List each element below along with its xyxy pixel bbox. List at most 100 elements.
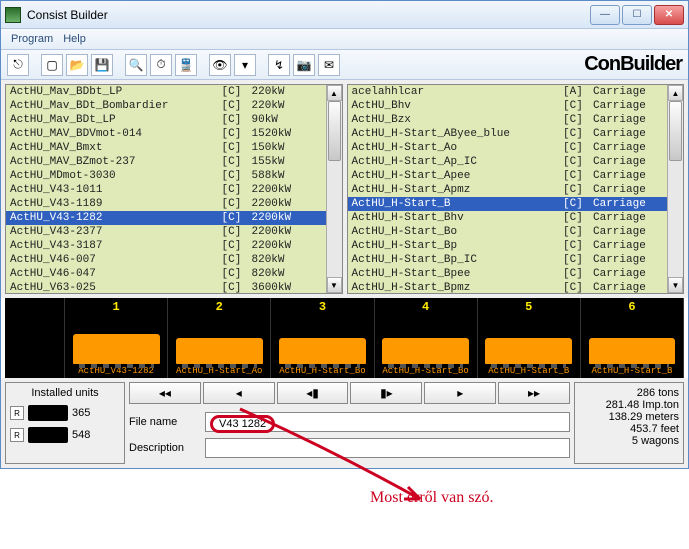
installed-units-panel: Installed units R 365 R 548 bbox=[5, 382, 125, 464]
description-input[interactable] bbox=[205, 438, 570, 458]
list-row[interactable]: ActHU_MAV_BDVmot-014[C]1520kW bbox=[6, 127, 326, 141]
list-row[interactable]: ActHU_H-Start_Apee[C]Carriage bbox=[348, 169, 668, 183]
engine-list[interactable]: ActHU_Mav_BDbt_LP[C]220kWActHU_Mav_BDt_B… bbox=[5, 84, 343, 294]
list-row[interactable]: ActHU_H-Start_Apmz[C]Carriage bbox=[348, 183, 668, 197]
list-row[interactable]: ActHU_V43-1282[C]2200kW bbox=[6, 211, 326, 225]
carriage-list[interactable]: acelahhlcar[A]CarriageActHU_Bhv[C]Carria… bbox=[347, 84, 685, 294]
list-row[interactable]: ActHU_H-Start_Ap_IC[C]Carriage bbox=[348, 155, 668, 169]
file-name-label: File name bbox=[129, 416, 199, 428]
list-row[interactable]: ActHU_Bzx[C]Carriage bbox=[348, 113, 668, 127]
nav-step-fwd[interactable]: ▮▸ bbox=[350, 382, 422, 404]
list-row[interactable]: ActHU_H-Start_Bhv[C]Carriage bbox=[348, 211, 668, 225]
loco-icon bbox=[28, 405, 68, 421]
reverse-toggle-1[interactable]: R bbox=[10, 406, 24, 420]
fields-panel: ◂◂ ◂ ◂▮ ▮▸ ▸ ▸▸ File name V43 1282 Descr… bbox=[129, 382, 570, 464]
tool-open[interactable]: 📂 bbox=[66, 54, 88, 76]
list-row[interactable]: ActHU_V43-3187[C]2200kW bbox=[6, 239, 326, 253]
carriage-scrollbar[interactable]: ▲ ▼ bbox=[667, 85, 683, 293]
list-row[interactable]: ActHU_Mav_BDbt_LP[C]220kW bbox=[6, 85, 326, 99]
tool-save[interactable]: 💾 bbox=[91, 54, 113, 76]
list-row[interactable]: ActHU_H-Start_AByee_blue[C]Carriage bbox=[348, 127, 668, 141]
annotation-layer: Most erről van szó. bbox=[0, 469, 689, 519]
consist-lead-blank bbox=[5, 298, 65, 378]
tool-new[interactable]: ▢ bbox=[41, 54, 63, 76]
close-button[interactable]: ✕ bbox=[654, 5, 684, 25]
list-row[interactable]: ActHU_H-Start_Ao[C]Carriage bbox=[348, 141, 668, 155]
list-row[interactable]: ActHU_V63-025[C]3600kW bbox=[6, 281, 326, 293]
consist-slot[interactable]: 5ActHU_H-Start_B bbox=[478, 298, 581, 378]
stat-wagons: 5 wagons bbox=[579, 435, 679, 447]
consist-slot[interactable]: 2ActHU_H-Start_Ao bbox=[168, 298, 271, 378]
list-row[interactable]: ActHU_V46-047[C]820kW bbox=[6, 267, 326, 281]
stat-feet: 453.7 feet bbox=[579, 423, 679, 435]
maximize-button[interactable]: ☐ bbox=[622, 5, 652, 25]
list-row[interactable]: ActHU_V46-007[C]820kW bbox=[6, 253, 326, 267]
list-row[interactable]: ActHU_V43-2377[C]2200kW bbox=[6, 225, 326, 239]
list-row[interactable]: ActHU_Mav_BDt_LP[C]90kW bbox=[6, 113, 326, 127]
stat-meters: 138.29 meters bbox=[579, 411, 679, 423]
list-row[interactable]: ActHU_Mav_BDt_Bombardier[C]220kW bbox=[6, 99, 326, 113]
app-icon bbox=[5, 7, 21, 23]
installed-count-1: 365 bbox=[72, 407, 90, 419]
app-window: Consist Builder — ☐ ✕ Program Help ⎋ ▢ 📂… bbox=[0, 0, 689, 469]
list-row[interactable]: ActHU_MAV_BZmot-237[C]155kW bbox=[6, 155, 326, 169]
tool-mail[interactable]: ✉ bbox=[318, 54, 340, 76]
list-row[interactable]: ActHU_H-Start_B[C]Carriage bbox=[348, 197, 668, 211]
file-name-value: V43 1282 bbox=[210, 415, 275, 433]
nav-first[interactable]: ◂◂ bbox=[129, 382, 201, 404]
list-row[interactable]: acelahhlcar[A]Carriage bbox=[348, 85, 668, 99]
tool-exit[interactable]: ⎋ bbox=[7, 54, 29, 76]
consist-slot[interactable]: 4ActHU_H-Start_Bo bbox=[375, 298, 478, 378]
annotation-text: Most erről van szó. bbox=[370, 489, 494, 507]
list-row[interactable]: ActHU_H-Start_Bp_IC[C]Carriage bbox=[348, 253, 668, 267]
installed-count-2: 548 bbox=[72, 429, 90, 441]
tool-consist[interactable]: 🚆 bbox=[175, 54, 197, 76]
list-row[interactable]: ActHU_MDmot-3030[C]588kW bbox=[6, 169, 326, 183]
list-row[interactable]: ActHU_H-Start_Bp[C]Carriage bbox=[348, 239, 668, 253]
engine-scrollbar[interactable]: ▲ ▼ bbox=[326, 85, 342, 293]
scroll-up-icon[interactable]: ▲ bbox=[668, 85, 683, 101]
stats-panel: 286 tons 281.48 Imp.ton 138.29 meters 45… bbox=[574, 382, 684, 464]
tool-view[interactable]: 👁 bbox=[209, 54, 231, 76]
nav-next[interactable]: ▸ bbox=[424, 382, 496, 404]
tool-dropdown[interactable]: ▾ bbox=[234, 54, 256, 76]
reverse-toggle-2[interactable]: R bbox=[10, 428, 24, 442]
scroll-down-icon[interactable]: ▼ bbox=[668, 277, 683, 293]
scroll-thumb[interactable] bbox=[328, 101, 341, 161]
window-title: Consist Builder bbox=[27, 8, 108, 22]
consist-slot[interactable]: 3ActHU_H-Start_Bo bbox=[271, 298, 374, 378]
tool-camera[interactable]: 📷 bbox=[293, 54, 315, 76]
menu-help[interactable]: Help bbox=[63, 33, 86, 45]
tool-timer[interactable]: ⏱ bbox=[150, 54, 172, 76]
titlebar: Consist Builder — ☐ ✕ bbox=[1, 1, 688, 29]
list-row[interactable]: ActHU_H-Start_Bpmz[C]Carriage bbox=[348, 281, 668, 293]
toolbar: ⎋ ▢ 📂 💾 🔍 ⏱ 🚆 👁 ▾ ↯ 📷 ✉ ConBuilder bbox=[1, 50, 688, 80]
menubar: Program Help bbox=[1, 29, 688, 50]
nav-step-back[interactable]: ◂▮ bbox=[277, 382, 349, 404]
brand-label: ConBuilder bbox=[584, 53, 682, 76]
tool-link[interactable]: ↯ bbox=[268, 54, 290, 76]
car-icon bbox=[28, 427, 68, 443]
stat-impton: 281.48 Imp.ton bbox=[579, 399, 679, 411]
nav-prev[interactable]: ◂ bbox=[203, 382, 275, 404]
list-row[interactable]: ActHU_MAV_Bmxt[C]150kW bbox=[6, 141, 326, 155]
list-row[interactable]: ActHU_V43-1189[C]2200kW bbox=[6, 197, 326, 211]
list-row[interactable]: ActHU_Bhv[C]Carriage bbox=[348, 99, 668, 113]
list-row[interactable]: ActHU_H-Start_Bo[C]Carriage bbox=[348, 225, 668, 239]
scroll-thumb[interactable] bbox=[669, 101, 682, 161]
consist-strip: 1ActHU_V43-12822ActHU_H-Start_Ao3ActHU_H… bbox=[5, 298, 684, 378]
nav-last[interactable]: ▸▸ bbox=[498, 382, 570, 404]
installed-units-title: Installed units bbox=[10, 387, 120, 399]
consist-slot[interactable]: 6ActHU_H-Start_B bbox=[581, 298, 684, 378]
list-row[interactable]: ActHU_V43-1011[C]2200kW bbox=[6, 183, 326, 197]
description-label: Description bbox=[129, 442, 199, 454]
stat-tons: 286 tons bbox=[579, 387, 679, 399]
minimize-button[interactable]: — bbox=[590, 5, 620, 25]
scroll-down-icon[interactable]: ▼ bbox=[327, 277, 342, 293]
list-row[interactable]: ActHU_H-Start_Bpee[C]Carriage bbox=[348, 267, 668, 281]
menu-program[interactable]: Program bbox=[11, 33, 53, 45]
consist-slot[interactable]: 1ActHU_V43-1282 bbox=[65, 298, 168, 378]
file-name-input[interactable]: V43 1282 bbox=[205, 412, 570, 432]
scroll-up-icon[interactable]: ▲ bbox=[327, 85, 342, 101]
tool-find[interactable]: 🔍 bbox=[125, 54, 147, 76]
